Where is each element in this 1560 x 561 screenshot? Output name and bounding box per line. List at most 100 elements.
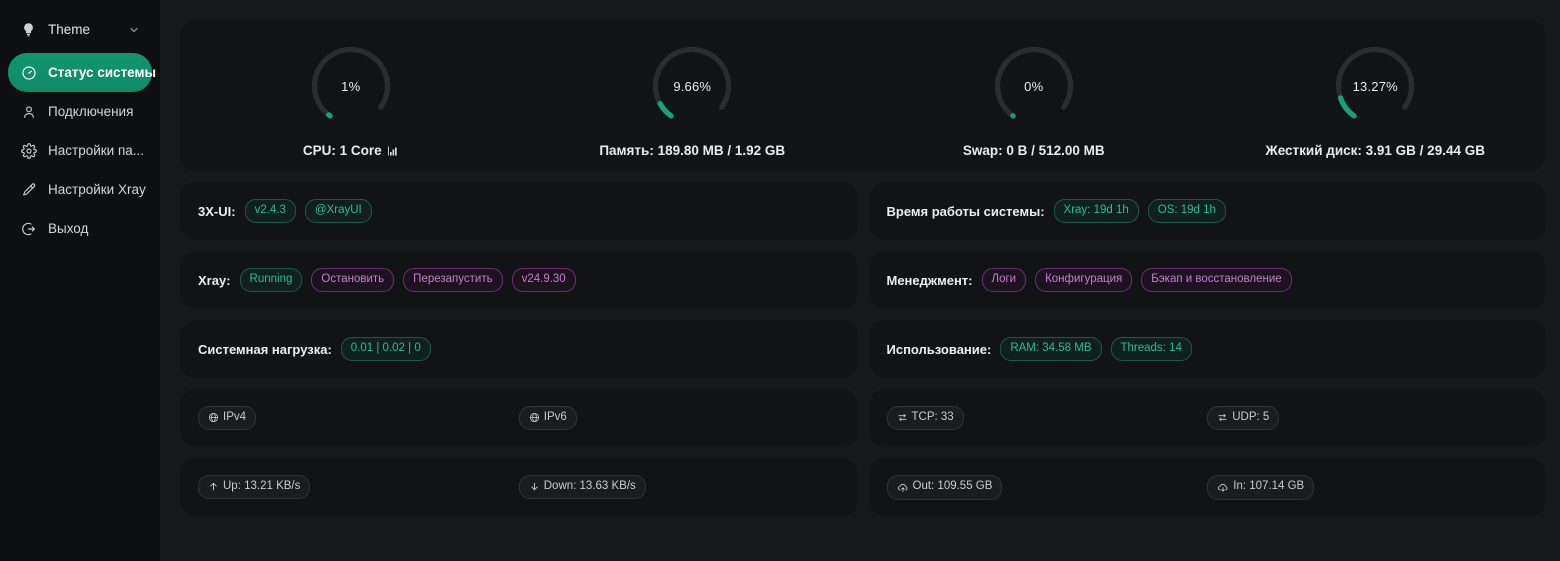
sidebar-item-system-status[interactable]: Статус системы [8,53,156,92]
sidebar-item-label: Подключения [48,104,134,119]
lightbulb-icon [20,21,37,38]
download-speed-label: Down: 13.63 KB/s [543,479,636,492]
sidebar-item-label: Выход [48,221,89,236]
ipv6-tag[interactable]: IPv6 [518,405,577,431]
load-average-tag[interactable]: 0.01 | 0.02 | 0 [340,336,431,362]
xray-status-tag[interactable]: Running [239,267,303,293]
xray-tags: Running Остановить Перезапустить v24.9.3… [239,267,576,293]
arrow-up-icon [208,481,219,492]
traffic-in-cell: In: 107.14 GB [1207,474,1528,500]
traffic-card: Out: 109.55 GB In: 107.14 GB [868,458,1546,516]
traffic-out-cell: Out: 109.55 GB [886,474,1208,500]
gauge-label-swap: Swap: 0 B / 512.00 MB [963,143,1105,158]
main-content: 1% CPU: 1 Core 9.66% Память: 189.80 MB /… [160,0,1560,561]
download-speed-tag[interactable]: Down: 13.63 KB/s [518,474,646,500]
system-load-label: Системная нагрузка: [198,341,332,357]
pen-icon [20,181,37,198]
ipv4-cell: IPv4 [198,405,519,431]
gauge-cpu: 1% CPU: 1 Core [180,38,522,158]
gauge-disk: 13.27% Жесткий диск: 3.91 GB / 29.44 GB [1205,38,1547,158]
xui-tags: v2.4.3 @XrayUI [244,198,372,224]
tcp-tag[interactable]: TCP: 33 [886,405,964,431]
xray-restart-button[interactable]: Перезапустить [403,267,503,293]
gauge-label-text: Память: 189.80 MB / 1.92 GB [599,143,786,158]
user-icon [20,103,37,120]
sidebar-item-xray-settings[interactable]: Настройки Xray [8,170,152,209]
upload-speed-tag[interactable]: Up: 13.21 KB/s [198,474,311,500]
xray-card: Xray: Running Остановить Перезапустить v… [180,251,858,309]
gauge-icon [20,64,37,81]
xui-label: 3X-UI: [198,203,236,219]
logs-button[interactable]: Логи [981,267,1027,293]
upload-speed-cell: Up: 13.21 KB/s [198,474,519,500]
management-tags: Логи Конфигурация Бэкап и восстановление [981,267,1292,293]
udp-tag[interactable]: UDP: 5 [1207,405,1280,431]
configuration-button[interactable]: Конфигурация [1035,267,1133,293]
gauge-label-text: Жесткий диск: 3.91 GB / 29.44 GB [1265,143,1485,158]
gauge-value-disk: 13.27% [1352,78,1398,94]
gauge-label-cpu: CPU: 1 Core [303,143,399,158]
exchange-icon [1217,412,1228,423]
xray-version-tag[interactable]: v24.9.30 [511,267,576,293]
info-row-5: Up: 13.21 KB/s Down: 13.63 KB/s Out: 109… [180,458,1546,516]
gauge-ring-swap: 0% [986,38,1082,134]
ipv4-tag[interactable]: IPv4 [198,405,257,431]
bar-chart-icon[interactable] [387,145,399,157]
info-row-4: IPv4 IPv6 TCP: 33 UDP: 5 [180,389,1546,447]
xui-card: 3X-UI: v2.4.3 @XrayUI [180,182,858,240]
sidebar-item-label: Настройки па... [48,143,145,158]
sidebar-item-panel-settings[interactable]: Настройки па... [8,131,152,170]
chevron-down-icon[interactable] [128,24,140,36]
system-load-card: Системная нагрузка: 0.01 | 0.02 | 0 [180,320,858,378]
exchange-icon [897,412,908,423]
download-speed-cell: Down: 13.63 KB/s [518,474,840,500]
traffic-out-label: Out: 109.55 GB [912,479,993,492]
gauge-value-swap: 0% [1024,78,1044,94]
uptime-xray-tag[interactable]: Xray: 19d 1h [1053,198,1139,224]
usage-tags: RAM: 34.58 MB Threads: 14 [1000,336,1192,362]
gauge-ring-memory: 9.66% [644,38,740,134]
info-row-3: Системная нагрузка: 0.01 | 0.02 | 0 Испо… [180,320,1546,378]
gear-icon [20,142,37,159]
management-card: Менеджмент: Логи Конфигурация Бэкап и во… [868,251,1546,309]
gauge-label-text: Swap: 0 B / 512.00 MB [962,143,1105,158]
traffic-in-label: In: 107.14 GB [1233,479,1305,492]
ports-card: TCP: 33 UDP: 5 [868,389,1546,447]
ip-card: IPv4 IPv6 [180,389,858,447]
management-label: Менеджмент: [886,272,973,288]
upload-speed-label: Up: 13.21 KB/s [223,479,301,492]
xui-handle-tag[interactable]: @XrayUI [304,198,372,224]
uptime-card: Время работы системы: Xray: 19d 1h OS: 1… [868,182,1546,240]
gauge-label-text: CPU: 1 Core [302,143,382,158]
sidebar-item-logout[interactable]: Выход [8,209,152,248]
system-load-tags: 0.01 | 0.02 | 0 [340,336,431,362]
backup-restore-button[interactable]: Бэкап и восстановление [1141,267,1292,293]
uptime-label: Время работы системы: [886,203,1045,219]
traffic-in-tag[interactable]: In: 107.14 GB [1207,474,1315,500]
threads-tag[interactable]: Threads: 14 [1110,336,1192,362]
gauge-label-disk: Жесткий диск: 3.91 GB / 29.44 GB [1266,143,1485,158]
gauge-swap: 0% Swap: 0 B / 512.00 MB [863,38,1205,158]
xray-stop-button[interactable]: Остановить [311,267,395,293]
uptime-os-tag[interactable]: OS: 19d 1h [1147,198,1226,224]
gauge-label-memory: Память: 189.80 MB / 1.92 GB [599,143,785,158]
udp-cell: UDP: 5 [1207,405,1528,431]
ram-usage-tag[interactable]: RAM: 34.58 MB [1000,336,1102,362]
ipv4-label: IPv4 [223,410,247,423]
usage-card: Использование: RAM: 34.58 MB Threads: 14 [868,320,1546,378]
cloud-upload-icon [897,481,909,493]
traffic-out-tag[interactable]: Out: 109.55 GB [886,474,1003,500]
gauge-value-cpu: 1% [341,78,361,94]
sidebar-item-label: Статус системы [48,65,157,80]
logout-icon [20,220,37,237]
globe-icon [208,412,219,423]
speed-card: Up: 13.21 KB/s Down: 13.63 KB/s [180,458,858,516]
app-root: Theme Статус системы Подключения Настрой… [0,0,1560,561]
sidebar-item-connections[interactable]: Подключения [8,92,152,131]
xui-version-tag[interactable]: v2.4.3 [244,198,296,224]
resource-gauges-card: 1% CPU: 1 Core 9.66% Память: 189.80 MB /… [180,20,1546,171]
sidebar-item-label: Настройки Xray [48,182,146,197]
info-row-2: Xray: Running Остановить Перезапустить v… [180,251,1546,309]
gauge-ring-cpu: 1% [303,38,399,134]
sidebar-item-theme[interactable]: Theme [8,10,152,49]
